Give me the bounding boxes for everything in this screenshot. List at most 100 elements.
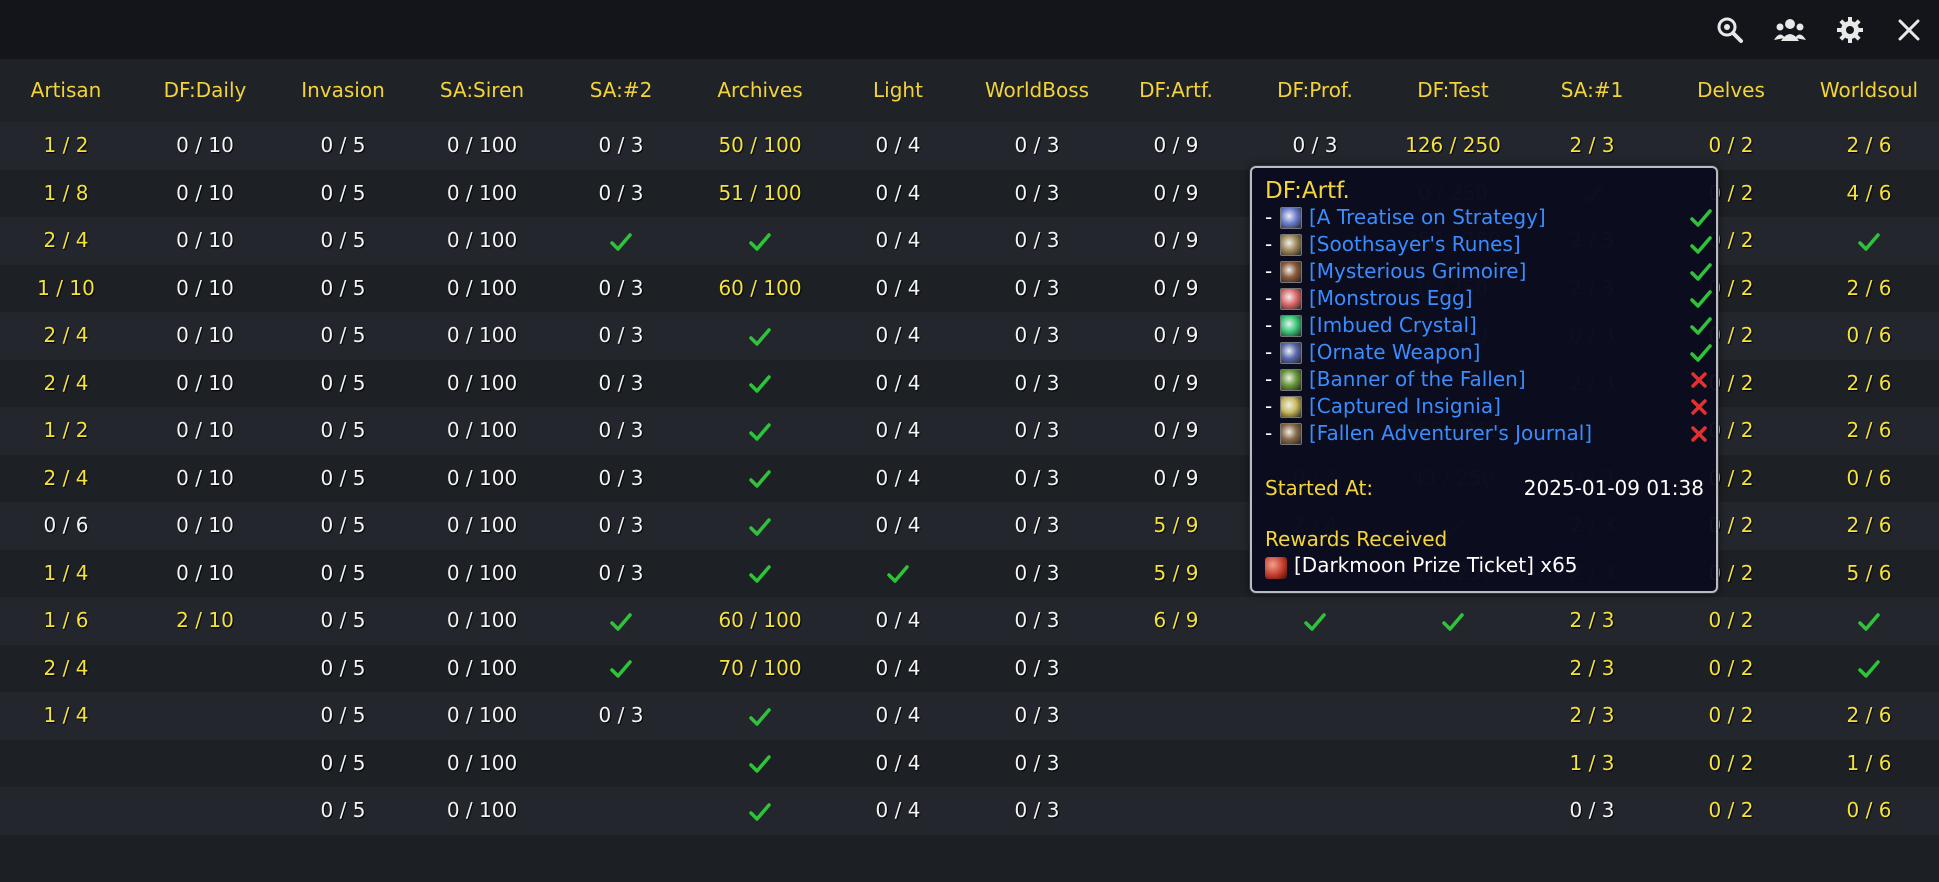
cell-worldboss[interactable]: 0 / 3 xyxy=(1015,692,1060,740)
column-header-sa-siren[interactable]: SA:Siren xyxy=(440,59,524,122)
check-icon[interactable] xyxy=(749,740,771,788)
gear-icon[interactable] xyxy=(1832,12,1868,48)
cell-df-artf[interactable]: 0 / 9 xyxy=(1154,170,1199,218)
cell-invasion[interactable]: 0 / 5 xyxy=(321,360,366,408)
item-link[interactable]: [Soothsayer's Runes] xyxy=(1309,232,1521,256)
cell-sa-1[interactable]: 1 / 3 xyxy=(1570,740,1615,788)
cell-worldsoul[interactable]: 2 / 6 xyxy=(1847,360,1892,408)
cell-invasion[interactable]: 0 / 5 xyxy=(321,740,366,788)
cell-worldboss[interactable]: 0 / 3 xyxy=(1015,550,1060,598)
cell-archives[interactable]: 51 / 100 xyxy=(718,170,801,218)
cell-sa-siren[interactable]: 0 / 100 xyxy=(447,360,517,408)
cell-df-artf[interactable]: 0 / 9 xyxy=(1154,360,1199,408)
check-icon[interactable] xyxy=(749,360,771,408)
cell-light[interactable]: 0 / 4 xyxy=(876,502,921,550)
cell-df-daily[interactable]: 0 / 10 xyxy=(176,360,234,408)
cell-worldsoul[interactable]: 4 / 6 xyxy=(1847,170,1892,218)
cell-sa-2[interactable]: 0 / 3 xyxy=(599,265,644,313)
column-header-df-test[interactable]: DF:Test xyxy=(1417,59,1488,122)
cell-light[interactable]: 0 / 4 xyxy=(876,692,921,740)
cell-artisan[interactable]: 2 / 4 xyxy=(44,455,89,503)
cell-light[interactable]: 0 / 4 xyxy=(876,170,921,218)
cell-df-artf[interactable]: 0 / 9 xyxy=(1154,265,1199,313)
cell-sa-siren[interactable]: 0 / 100 xyxy=(447,265,517,313)
cell-worldboss[interactable]: 0 / 3 xyxy=(1015,597,1060,645)
cell-worldsoul[interactable]: 0 / 6 xyxy=(1847,787,1892,835)
cell-invasion[interactable]: 0 / 5 xyxy=(321,217,366,265)
cell-worldsoul[interactable]: 2 / 6 xyxy=(1847,502,1892,550)
cell-delves[interactable]: 0 / 2 xyxy=(1709,692,1754,740)
cell-invasion[interactable]: 0 / 5 xyxy=(321,122,366,170)
cell-sa-2[interactable]: 0 / 3 xyxy=(599,502,644,550)
cell-worldboss[interactable]: 0 / 3 xyxy=(1015,265,1060,313)
cell-sa-2[interactable]: 0 / 3 xyxy=(599,312,644,360)
check-icon[interactable] xyxy=(610,217,632,265)
cell-sa-siren[interactable]: 0 / 100 xyxy=(447,122,517,170)
cell-light[interactable]: 0 / 4 xyxy=(876,645,921,693)
cell-light[interactable]: 0 / 4 xyxy=(876,122,921,170)
cell-df-test[interactable]: 126 / 250 xyxy=(1405,122,1501,170)
cell-light[interactable]: 0 / 4 xyxy=(876,312,921,360)
cell-worldsoul[interactable]: 0 / 6 xyxy=(1847,455,1892,503)
cell-artisan[interactable]: 2 / 4 xyxy=(44,645,89,693)
check-icon[interactable] xyxy=(749,455,771,503)
cell-worldsoul[interactable]: 2 / 6 xyxy=(1847,692,1892,740)
cell-sa-siren[interactable]: 0 / 100 xyxy=(447,407,517,455)
cell-light[interactable]: 0 / 4 xyxy=(876,455,921,503)
cell-sa-siren[interactable]: 0 / 100 xyxy=(447,502,517,550)
cell-light[interactable]: 0 / 4 xyxy=(876,787,921,835)
cell-df-daily[interactable]: 0 / 10 xyxy=(176,502,234,550)
cell-sa-siren[interactable]: 0 / 100 xyxy=(447,645,517,693)
check-icon[interactable] xyxy=(1858,645,1880,693)
cell-artisan[interactable]: 1 / 2 xyxy=(44,407,89,455)
check-icon[interactable] xyxy=(749,502,771,550)
column-header-archives[interactable]: Archives xyxy=(717,59,802,122)
cell-sa-siren[interactable]: 0 / 100 xyxy=(447,597,517,645)
cell-artisan[interactable]: 1 / 10 xyxy=(37,265,95,313)
cell-light[interactable]: 0 / 4 xyxy=(876,217,921,265)
cell-sa-2[interactable]: 0 / 3 xyxy=(599,692,644,740)
check-icon[interactable] xyxy=(1858,597,1880,645)
cell-light[interactable]: 0 / 4 xyxy=(876,360,921,408)
cell-df-daily[interactable]: 0 / 10 xyxy=(176,407,234,455)
cell-invasion[interactable]: 0 / 5 xyxy=(321,407,366,455)
cell-sa-siren[interactable]: 0 / 100 xyxy=(447,455,517,503)
cell-worldboss[interactable]: 0 / 3 xyxy=(1015,122,1060,170)
cell-sa-1[interactable]: 2 / 3 xyxy=(1570,645,1615,693)
column-header-df-artf[interactable]: DF:Artf. xyxy=(1139,59,1213,122)
cell-sa-siren[interactable]: 0 / 100 xyxy=(447,692,517,740)
cell-delves[interactable]: 0 / 2 xyxy=(1709,645,1754,693)
cell-sa-1[interactable]: 0 / 3 xyxy=(1570,787,1615,835)
cell-worldboss[interactable]: 0 / 3 xyxy=(1015,455,1060,503)
cell-invasion[interactable]: 0 / 5 xyxy=(321,265,366,313)
cell-worldboss[interactable]: 0 / 3 xyxy=(1015,787,1060,835)
cell-worldboss[interactable]: 0 / 3 xyxy=(1015,407,1060,455)
cell-worldsoul[interactable]: 1 / 6 xyxy=(1847,740,1892,788)
item-link[interactable]: [Monstrous Egg] xyxy=(1309,286,1473,310)
cell-delves[interactable]: 0 / 2 xyxy=(1709,597,1754,645)
column-header-light[interactable]: Light xyxy=(873,59,923,122)
cell-worldboss[interactable]: 0 / 3 xyxy=(1015,502,1060,550)
column-header-df-prof[interactable]: DF:Prof. xyxy=(1277,59,1353,122)
column-header-invasion[interactable]: Invasion xyxy=(301,59,385,122)
cell-sa-1[interactable]: 2 / 3 xyxy=(1570,122,1615,170)
cell-sa-siren[interactable]: 0 / 100 xyxy=(447,787,517,835)
cell-df-daily[interactable]: 0 / 10 xyxy=(176,265,234,313)
cell-artisan[interactable]: 1 / 6 xyxy=(44,597,89,645)
cell-df-daily[interactable]: 0 / 10 xyxy=(176,455,234,503)
check-icon[interactable] xyxy=(887,550,909,598)
cell-worldboss[interactable]: 0 / 3 xyxy=(1015,312,1060,360)
check-icon[interactable] xyxy=(749,407,771,455)
check-icon[interactable] xyxy=(749,692,771,740)
cell-df-artf[interactable]: 0 / 9 xyxy=(1154,455,1199,503)
cell-worldsoul[interactable]: 2 / 6 xyxy=(1847,407,1892,455)
cell-df-prof[interactable]: 0 / 3 xyxy=(1293,122,1338,170)
cell-invasion[interactable]: 0 / 5 xyxy=(321,502,366,550)
cell-worldsoul[interactable]: 2 / 6 xyxy=(1847,265,1892,313)
cell-worldboss[interactable]: 0 / 3 xyxy=(1015,360,1060,408)
cell-df-artf[interactable]: 0 / 9 xyxy=(1154,122,1199,170)
cell-invasion[interactable]: 0 / 5 xyxy=(321,645,366,693)
item-link[interactable]: [Mysterious Grimoire] xyxy=(1309,259,1526,283)
cell-worldsoul[interactable]: 0 / 6 xyxy=(1847,312,1892,360)
cell-artisan[interactable]: 1 / 8 xyxy=(44,170,89,218)
